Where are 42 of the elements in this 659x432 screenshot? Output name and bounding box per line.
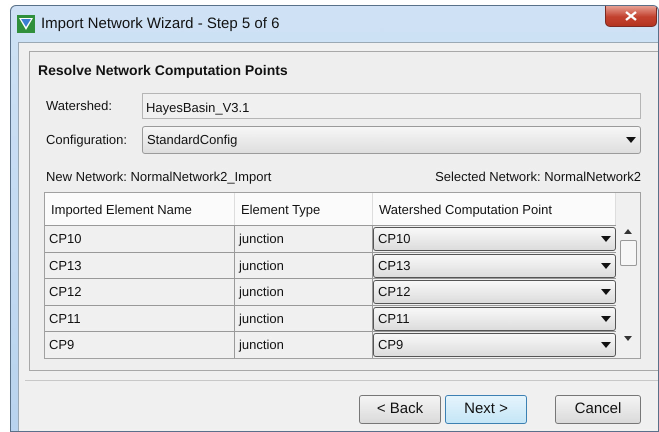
column-header[interactable]: Imported Element Name xyxy=(45,193,235,225)
column-header[interactable]: Element Type xyxy=(235,193,373,225)
table-cell: CP12 xyxy=(45,278,235,304)
point-dropdown[interactable]: CP10 xyxy=(373,227,616,251)
column-header[interactable]: Watershed Computation Point xyxy=(373,193,616,225)
scrollbar[interactable] xyxy=(616,193,640,358)
caret-icon xyxy=(601,236,611,242)
watershed-field[interactable]: HayesBasin_V3.1 xyxy=(142,93,641,119)
table-cell: CP9 xyxy=(45,331,235,358)
selected-network-label: Selected Network: NormalNetwork2 xyxy=(435,168,641,186)
point-dropdown[interactable]: CP13 xyxy=(373,254,616,278)
wizard-button[interactable]: Next > xyxy=(445,395,527,424)
table-cell: junction xyxy=(235,331,373,358)
table-cell: junction xyxy=(235,304,373,331)
field-label: Watershed: xyxy=(45,97,113,116)
scroll-up-icon xyxy=(624,229,632,234)
point-dropdown[interactable]: CP12 xyxy=(373,280,616,304)
close-button[interactable] xyxy=(605,6,657,27)
table-cell: CP13 xyxy=(45,252,235,278)
table-cell: junction xyxy=(235,252,373,278)
scroll-thumb[interactable] xyxy=(620,240,636,266)
section-heading: Resolve Network Computation Points xyxy=(38,61,289,80)
scroll-down-icon xyxy=(624,336,632,341)
table-cell: CP10 xyxy=(45,225,235,252)
close-icon xyxy=(625,11,637,21)
caret-icon xyxy=(601,342,611,348)
caret-icon xyxy=(601,316,611,322)
table-cell: CP11 xyxy=(45,304,235,331)
point-dropdown[interactable]: CP11 xyxy=(373,306,616,330)
table-cell: junction xyxy=(235,278,373,304)
field-label: Configuration: xyxy=(45,130,128,149)
caret-icon xyxy=(626,136,636,142)
app-icon xyxy=(17,15,35,33)
caret-icon xyxy=(601,262,611,268)
point-dropdown[interactable]: CP9 xyxy=(373,333,616,357)
caret-icon xyxy=(601,289,611,295)
new-network-label: New Network: NormalNetwork2_Import xyxy=(46,168,272,186)
wizard-button[interactable]: < Back xyxy=(359,395,441,424)
wizard-button[interactable]: Cancel xyxy=(555,395,641,424)
table-cell: junction xyxy=(235,225,373,252)
window-title: Import Network Wizard - Step 5 of 6 xyxy=(41,14,280,34)
configuration-dropdown[interactable]: StandardConfig xyxy=(142,126,641,154)
